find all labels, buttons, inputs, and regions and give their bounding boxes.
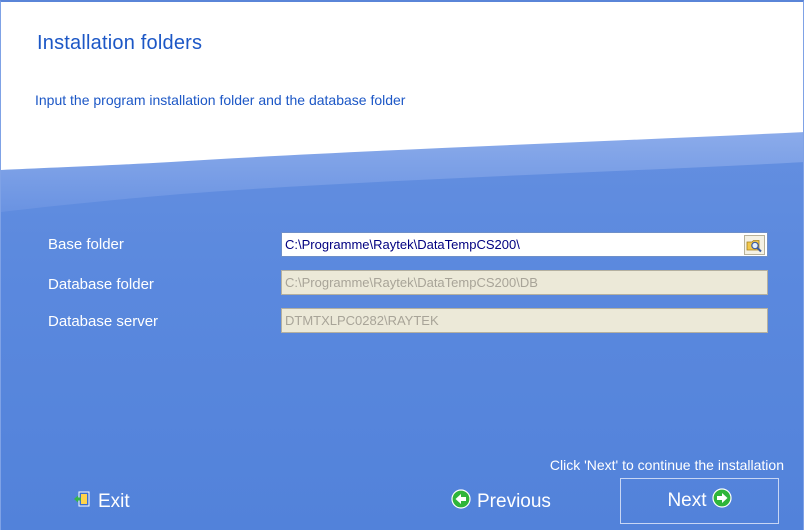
- continue-hint: Click 'Next' to continue the installatio…: [549, 457, 784, 473]
- exit-door-icon: [73, 491, 90, 513]
- base-folder-value: C:\Programme\Raytek\DataTempCS200\: [285, 237, 520, 252]
- background-gradient: [1, 2, 803, 530]
- database-folder-label: Database folder: [48, 276, 154, 293]
- database-folder-value: C:\Programme\Raytek\DataTempCS200\DB: [285, 275, 538, 290]
- arrow-left-circle-icon: [451, 489, 471, 515]
- arrow-right-circle-icon: [711, 488, 732, 514]
- database-server-input: DTMTXLPC0282\RAYTEK: [281, 308, 768, 333]
- base-folder-label: Base folder: [48, 236, 124, 253]
- installer-window: Installation folders Input the program i…: [0, 0, 804, 530]
- database-server-value: DTMTXLPC0282\RAYTEK: [285, 313, 439, 328]
- previous-label: Previous: [477, 491, 551, 512]
- page-title: Installation folders: [37, 32, 203, 54]
- next-label: Next: [667, 490, 707, 511]
- base-folder-input[interactable]: C:\Programme\Raytek\DataTempCS200\: [281, 232, 768, 257]
- folder-search-icon[interactable]: [744, 235, 765, 255]
- next-button[interactable]: Next: [620, 478, 779, 524]
- page-subtitle: Input the program installation folder an…: [35, 92, 406, 108]
- exit-label: Exit: [98, 491, 130, 512]
- previous-button[interactable]: Previous: [451, 488, 551, 516]
- exit-button[interactable]: Exit: [73, 488, 130, 516]
- database-server-label: Database server: [48, 313, 159, 330]
- database-folder-input: C:\Programme\Raytek\DataTempCS200\DB: [281, 270, 768, 295]
